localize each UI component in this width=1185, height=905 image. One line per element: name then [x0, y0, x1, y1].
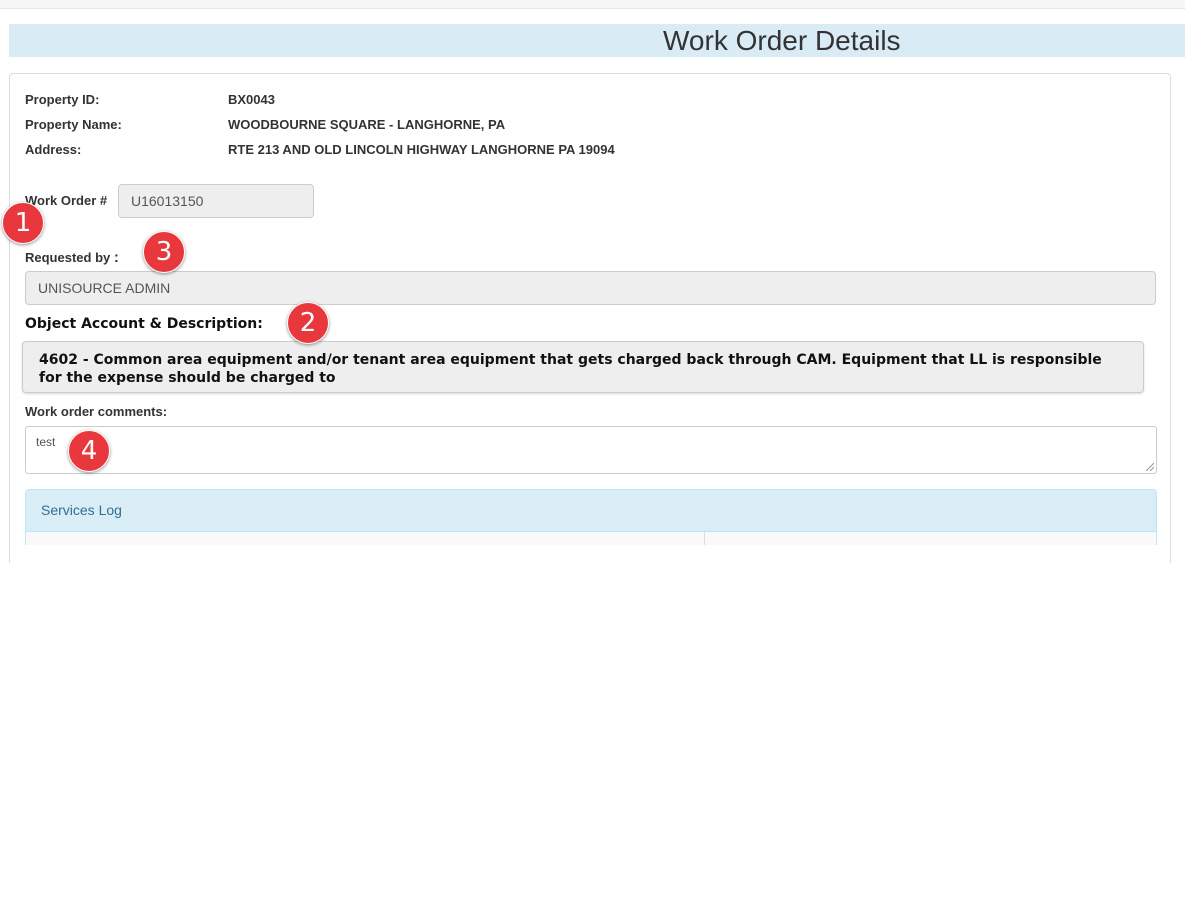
page-title-bar: Work Order Details	[9, 24, 1185, 57]
services-log-table	[26, 532, 1156, 545]
comments-text: test	[36, 435, 56, 449]
property-id-label: Property ID:	[25, 92, 100, 107]
annotation-badge-4: 4	[68, 430, 110, 472]
comments-label: Work order comments:	[25, 404, 168, 419]
address-label: Address:	[25, 142, 82, 157]
annotation-badge-1: 1	[2, 202, 44, 244]
comments-textarea[interactable]: test	[25, 426, 1157, 474]
services-log-title[interactable]: Services Log	[26, 490, 1156, 532]
work-order-label: Work Order #	[25, 193, 108, 208]
requested-by-input[interactable]: UNISOURCE ADMIN	[25, 271, 1156, 305]
resize-grip-icon[interactable]	[1146, 463, 1154, 471]
work-order-input[interactable]: U16013150	[118, 184, 314, 218]
address-value: RTE 213 AND OLD LINCOLN HIGHWAY LANGHORN…	[228, 142, 615, 157]
object-account-label: Object Account & Description:	[25, 316, 263, 332]
object-account-description: 4602 - Common area equipment and/or tena…	[22, 341, 1144, 393]
annotation-badge-3: 3	[143, 231, 185, 273]
annotation-badge-2: 2	[287, 302, 329, 344]
browser-top-strip	[0, 0, 1185, 9]
table-column-divider	[704, 532, 705, 545]
property-name-value: WOODBOURNE SQUARE - LANGHORNE, PA	[228, 117, 506, 132]
page-title: Work Order Details	[663, 25, 901, 56]
requested-by-label: Requested by :	[25, 249, 119, 266]
property-id-value: BX0043	[228, 92, 275, 107]
services-log-panel: Services Log	[25, 489, 1157, 545]
property-name-label: Property Name:	[25, 117, 122, 132]
